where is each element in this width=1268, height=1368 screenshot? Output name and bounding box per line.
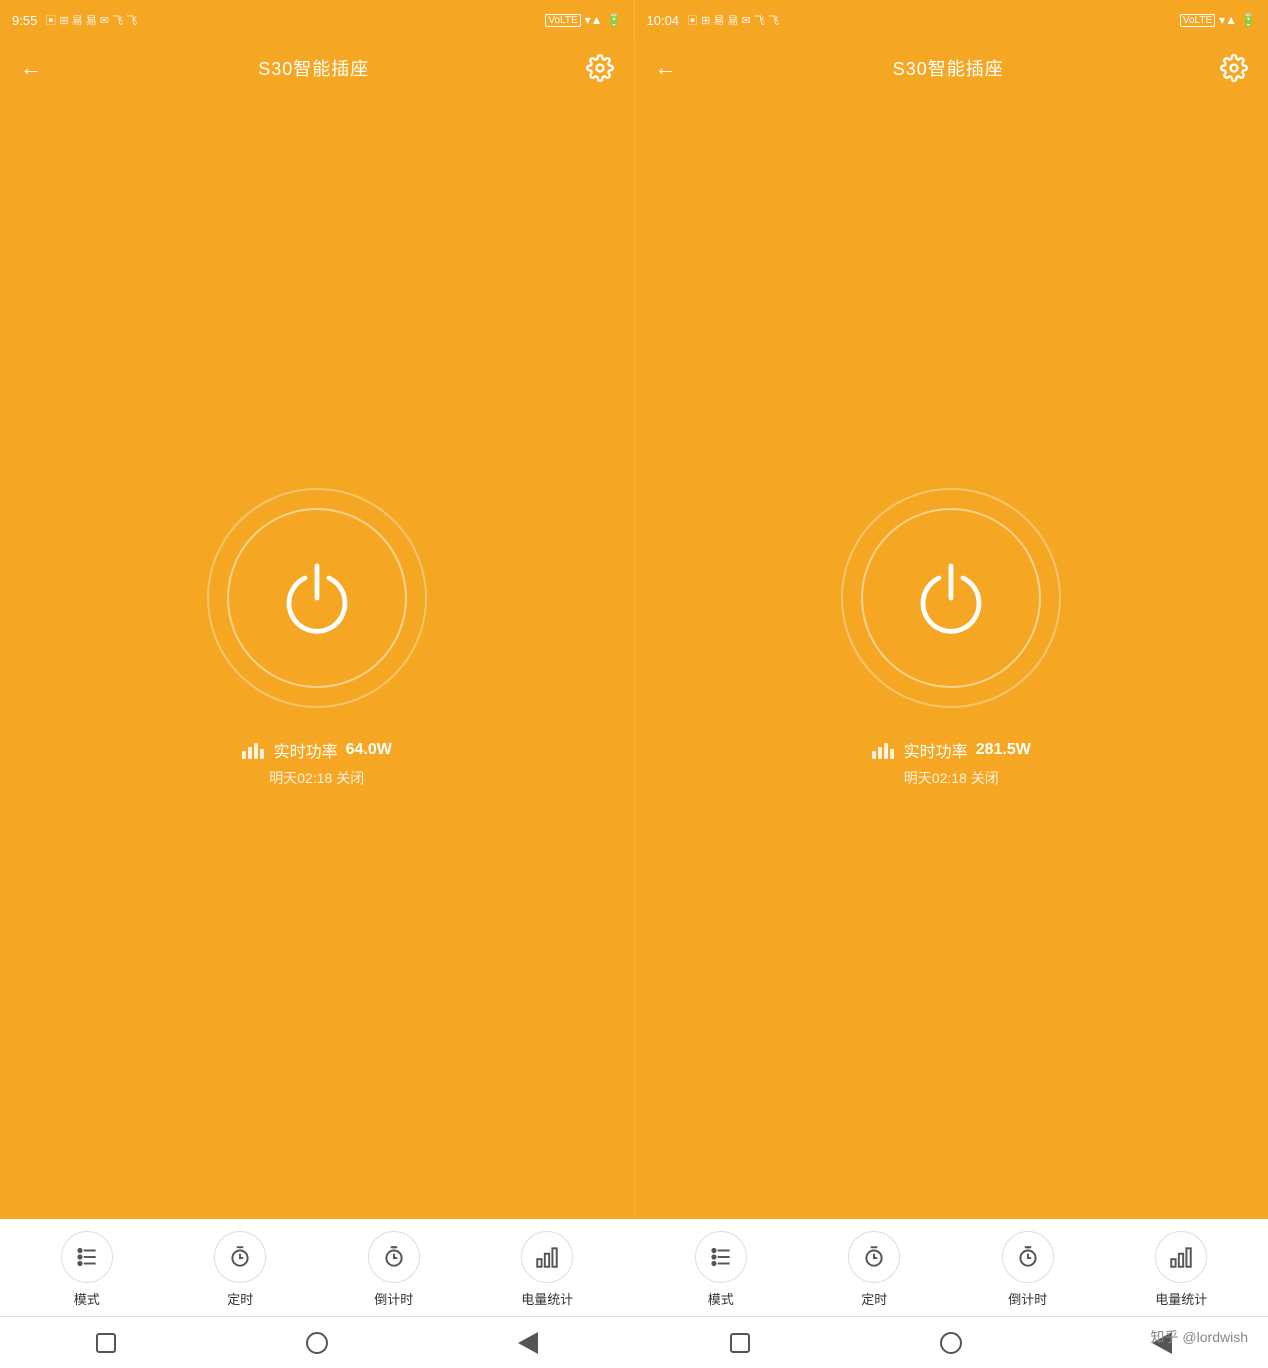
stats-icon-right — [1168, 1244, 1194, 1270]
stats-icon-circle-left — [521, 1231, 573, 1283]
toolbar-label-stats-left: 电量统计 — [521, 1289, 573, 1308]
bar-chart-icon-left — [242, 741, 264, 759]
bottom-toolbar-area: 模式 定时 倒计时 — [0, 1219, 1268, 1316]
time-right: 10:04 — [647, 13, 680, 28]
battery-left: 🔋 — [607, 13, 622, 27]
back-button-left[interactable]: ← — [20, 55, 42, 81]
watermark: 知乎 @lordwish — [1151, 1327, 1248, 1347]
toolbar-label-timer-left: 定时 — [227, 1289, 253, 1308]
toolbar-label-countdown-right: 倒计时 — [1008, 1289, 1047, 1308]
volte-badge-right: VoLTE — [1180, 14, 1215, 27]
countdown-icon-right — [1015, 1244, 1041, 1270]
mode-icon-left — [74, 1244, 100, 1270]
toolbar-label-timer-right: 定时 — [861, 1289, 887, 1308]
signal-icons-left: ▣ ⊞ 易 易 ✉ 飞 飞 — [45, 12, 137, 28]
power-outer-ring-left — [207, 488, 427, 708]
nav-bar: 知乎 @lordwish — [0, 1316, 1268, 1368]
nav-square-icon-right — [730, 1333, 750, 1353]
nav-back-btn-left[interactable] — [514, 1329, 542, 1357]
main-area: ← S30智能插座 — [0, 40, 1268, 1219]
toolbar-item-countdown-left[interactable]: 倒计时 — [368, 1231, 420, 1308]
toolbar-label-countdown-left: 倒计时 — [374, 1289, 413, 1308]
status-time-right: 10:04 ▣ ⊞ 易 易 ✉ 飞 飞 — [647, 12, 779, 28]
mode-icon-circle-right — [695, 1231, 747, 1283]
bottom-toolbar-left: 模式 定时 倒计时 — [0, 1219, 634, 1316]
power-row-left: 实时功率 64.0W — [242, 738, 392, 762]
wifi-icon-left: ▾▲ — [585, 13, 603, 27]
status-bars-container: 9:55 ▣ ⊞ 易 易 ✉ 飞 飞 VoLTE ▾▲ 🔋 10:04 ▣ ⊞ … — [0, 0, 1268, 40]
status-time-left: 9:55 ▣ ⊞ 易 易 ✉ 飞 飞 — [12, 12, 137, 28]
battery-right: 🔋 — [1241, 13, 1256, 27]
countdown-icon-circle-left — [368, 1231, 420, 1283]
toolbar-item-countdown-right[interactable]: 倒计时 — [1002, 1231, 1054, 1308]
power-label-right: 实时功率 — [904, 738, 968, 762]
nav-right: 知乎 @lordwish — [634, 1329, 1268, 1357]
toolbar-item-stats-right[interactable]: 电量统计 — [1155, 1231, 1207, 1308]
toolbar-item-mode-left[interactable]: 模式 — [61, 1231, 113, 1308]
toolbar-item-timer-left[interactable]: 定时 — [214, 1231, 266, 1308]
mode-icon-right — [708, 1244, 734, 1270]
nav-square-btn-right[interactable] — [726, 1329, 754, 1357]
settings-icon-right[interactable] — [1220, 54, 1248, 82]
header-title-left: S30智能插座 — [258, 55, 369, 81]
timer-icon-left — [227, 1244, 253, 1270]
phone-panel-left: ← S30智能插座 — [0, 40, 634, 1219]
toolbar-label-mode-right: 模式 — [708, 1289, 734, 1308]
schedule-text-left: 明天02:18 关闭 — [269, 768, 364, 788]
wifi-icon-right: ▾▲ — [1219, 13, 1237, 27]
nav-square-icon-left — [96, 1333, 116, 1353]
nav-left — [0, 1329, 634, 1357]
power-label-left: 实时功率 — [274, 738, 338, 762]
nav-home-btn-right[interactable] — [937, 1329, 965, 1357]
power-row-right: 实时功率 281.5W — [872, 738, 1031, 762]
power-value-left: 64.0W — [346, 741, 392, 759]
phone-panel-right: ← S30智能插座 — [634, 40, 1268, 1219]
mode-icon-circle-left — [61, 1231, 113, 1283]
timer-icon-circle-left — [214, 1231, 266, 1283]
settings-icon-left[interactable] — [586, 54, 614, 82]
status-right-right: VoLTE ▾▲ 🔋 — [1180, 13, 1256, 27]
bottom-toolbar-right: 模式 定时 倒计时 — [634, 1219, 1268, 1316]
power-info-left: 实时功率 64.0W 明天02:18 关闭 — [242, 738, 392, 788]
nav-home-btn-left[interactable] — [303, 1329, 331, 1357]
schedule-text-right: 明天02:18 关闭 — [904, 768, 999, 788]
status-bar-right: 10:04 ▣ ⊞ 易 易 ✉ 飞 飞 VoLTE ▾▲ 🔋 — [635, 0, 1268, 40]
timer-icon-right — [861, 1244, 887, 1270]
nav-square-btn-left[interactable] — [92, 1329, 120, 1357]
toolbar-item-timer-right[interactable]: 定时 — [848, 1231, 900, 1308]
nav-home-icon-right — [940, 1332, 962, 1354]
toolbar-item-stats-left[interactable]: 电量统计 — [521, 1231, 573, 1308]
app-header-right: ← S30智能插座 — [635, 40, 1268, 96]
stats-icon-circle-right — [1155, 1231, 1207, 1283]
countdown-icon-circle-right — [1002, 1231, 1054, 1283]
nav-back-icon-left — [518, 1332, 538, 1354]
status-bar-left: 9:55 ▣ ⊞ 易 易 ✉ 飞 飞 VoLTE ▾▲ 🔋 — [0, 0, 634, 40]
power-outer-ring-right — [841, 488, 1061, 708]
power-button-right[interactable] — [861, 508, 1041, 688]
timer-icon-circle-right — [848, 1231, 900, 1283]
toolbar-item-mode-right[interactable]: 模式 — [695, 1231, 747, 1308]
volte-badge-left: VoLTE — [545, 14, 580, 27]
back-button-right[interactable]: ← — [655, 55, 677, 81]
nav-home-icon-left — [306, 1332, 328, 1354]
stats-icon-left — [534, 1244, 560, 1270]
app-header-left: ← S30智能插座 — [0, 40, 634, 96]
header-title-right: S30智能插座 — [893, 55, 1004, 81]
power-area-left: 实时功率 64.0W 明天02:18 关闭 — [0, 96, 634, 1219]
power-info-right: 实时功率 281.5W 明天02:18 关闭 — [872, 738, 1031, 788]
power-button-left[interactable] — [227, 508, 407, 688]
countdown-icon-left — [381, 1244, 407, 1270]
toolbar-label-mode-left: 模式 — [74, 1289, 100, 1308]
status-right-left: VoLTE ▾▲ 🔋 — [545, 13, 621, 27]
time-left: 9:55 — [12, 13, 37, 28]
bar-chart-icon-right — [872, 741, 894, 759]
signal-icons-right: ▣ ⊞ 易 易 ✉ 飞 飞 — [687, 12, 779, 28]
power-value-right: 281.5W — [976, 741, 1031, 759]
power-area-right: 实时功率 281.5W 明天02:18 关闭 — [635, 96, 1268, 1219]
toolbar-label-stats-right: 电量统计 — [1155, 1289, 1207, 1308]
